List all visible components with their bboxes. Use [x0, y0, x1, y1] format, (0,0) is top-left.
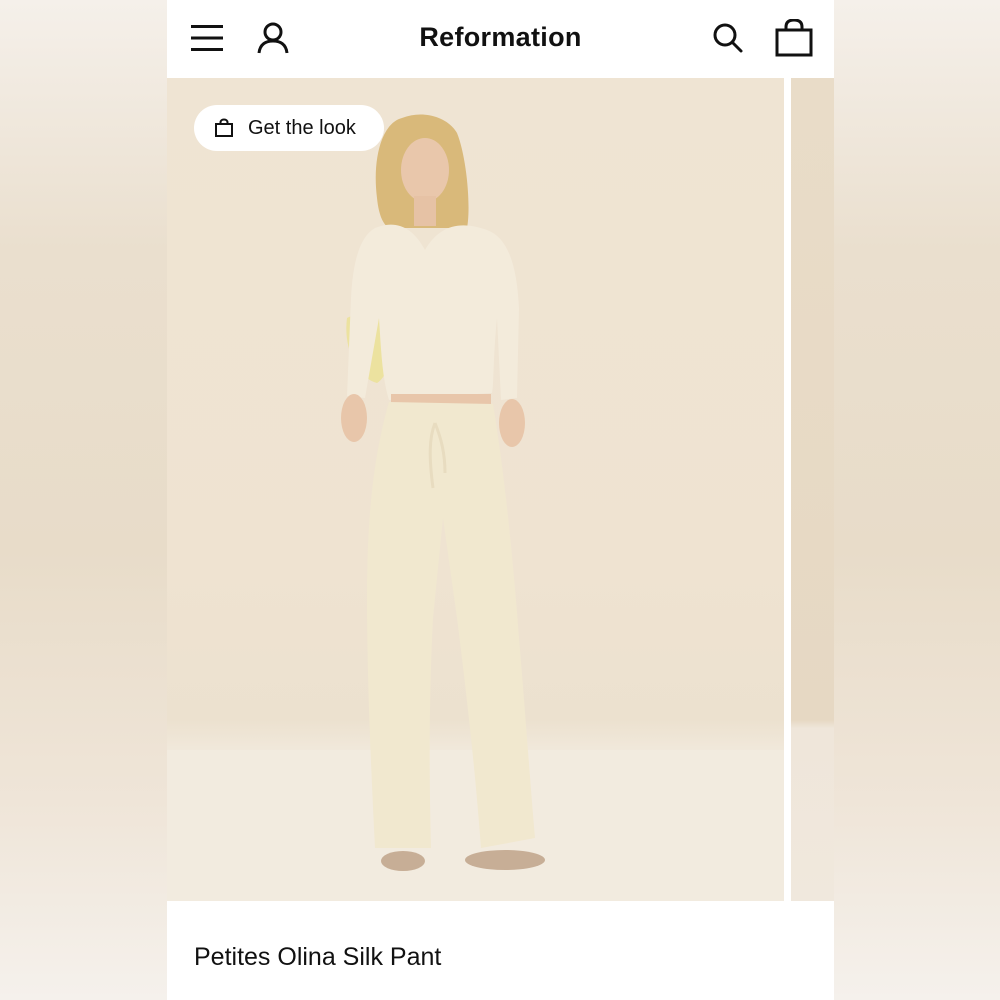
model-photo [167, 114, 784, 901]
get-the-look-button[interactable]: Get the look [194, 105, 384, 151]
app-screen: Reformation Get the look Petites Olina S… [167, 0, 834, 1000]
search-icon[interactable] [708, 18, 748, 58]
product-image[interactable]: Get the look [167, 78, 784, 901]
product-image-carousel[interactable]: Get the look [167, 78, 834, 901]
product-title: Petites Olina Silk Pant [194, 943, 442, 971]
shopping-bag-icon[interactable] [774, 18, 814, 58]
top-nav-bar: Reformation [167, 0, 834, 78]
right-backdrop [833, 0, 1000, 1000]
next-image-peek[interactable] [791, 78, 834, 901]
shopping-bag-icon [214, 118, 234, 138]
left-backdrop [0, 0, 167, 1000]
get-the-look-label: Get the look [248, 116, 356, 139]
